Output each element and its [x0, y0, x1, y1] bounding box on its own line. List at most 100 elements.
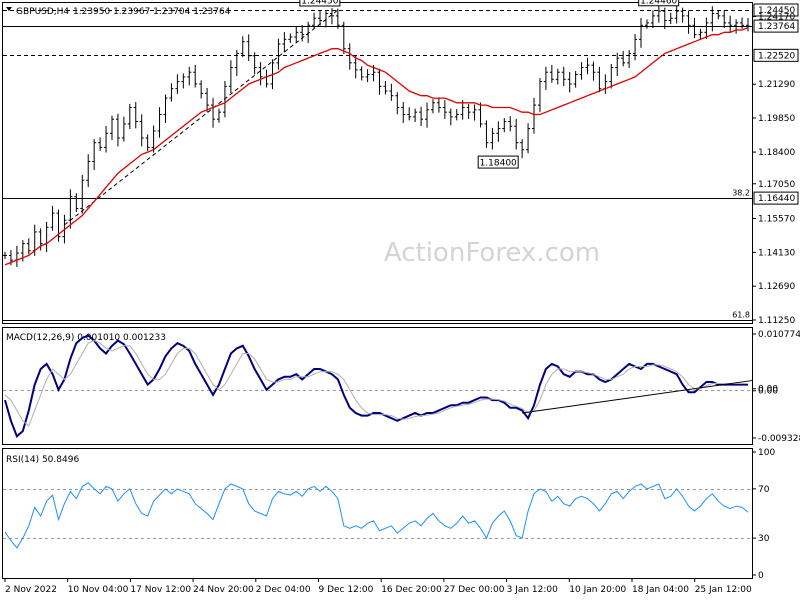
candle — [680, 7, 685, 23]
candle — [609, 64, 614, 89]
candle — [175, 74, 180, 94]
candle — [644, 19, 649, 29]
candle — [436, 97, 441, 113]
ohlc-readout: 1.23950 1.23967 1.23704 1.23764 — [73, 7, 231, 17]
macd-line — [4, 334, 748, 438]
candle — [211, 97, 216, 128]
candle — [668, 12, 673, 25]
candle — [585, 57, 590, 75]
candle — [692, 17, 697, 39]
candle — [496, 121, 501, 142]
candle — [109, 115, 114, 141]
y-tick-label: 1.14130 — [758, 248, 795, 258]
candle — [478, 102, 483, 128]
candle — [430, 99, 435, 114]
candle — [68, 189, 73, 229]
candle — [419, 106, 424, 127]
x-tick-label: 25 Jan 12:00 — [695, 585, 752, 595]
candle — [26, 238, 31, 255]
candle — [50, 205, 55, 231]
candle — [276, 38, 281, 70]
candle — [246, 34, 251, 61]
candle — [442, 100, 447, 119]
trendline — [64, 9, 339, 226]
candle — [365, 69, 370, 83]
candle — [228, 60, 233, 94]
candle — [56, 209, 61, 242]
candle — [282, 32, 287, 53]
macd-trendline — [522, 380, 753, 414]
watermark: ActionForex.com — [384, 238, 600, 268]
candle — [169, 83, 174, 102]
callout-label: 1.24450 — [301, 0, 338, 6]
y-tick-label: 1.18400 — [758, 148, 795, 158]
y-tick-label: 1.15570 — [758, 215, 795, 225]
candle — [597, 66, 602, 93]
candle — [98, 137, 103, 151]
candle — [656, 3, 661, 23]
rsi-y-tick-label: 100 — [758, 448, 775, 458]
y-tick-label: 1.17050 — [758, 180, 795, 190]
candle — [591, 61, 596, 81]
candle — [104, 126, 109, 153]
y-tick-label: 1.21290 — [758, 80, 795, 90]
moving-average-line — [4, 26, 749, 266]
axes: 1.244501.241701.237641.225201.212901.198… — [4, 3, 800, 595]
macd-title: MACD(12,26,9) 0.001010 0.001233 — [6, 333, 166, 343]
candle — [86, 154, 91, 188]
candle — [520, 139, 525, 159]
candle — [205, 87, 210, 112]
y-tick-label: 1.11250 — [758, 316, 795, 326]
candle — [383, 80, 388, 95]
candle — [115, 113, 120, 147]
candle — [466, 103, 471, 119]
rsi-y-tick-label: 0 — [758, 571, 764, 581]
candle — [323, 9, 328, 28]
macd-y-tick-label: 0.00 — [758, 387, 778, 397]
y-tick-label: 1.16440 — [758, 194, 795, 204]
candle — [199, 80, 204, 99]
candle — [395, 92, 400, 115]
candle — [603, 74, 608, 94]
callout-label: 1.18400 — [480, 159, 517, 169]
candle — [127, 103, 132, 130]
candle — [145, 134, 150, 151]
candle — [502, 118, 507, 133]
candle — [121, 116, 126, 142]
x-tick-label: 10 Jan 20:00 — [569, 585, 626, 595]
candle — [425, 102, 430, 128]
macd-plot — [3, 334, 753, 438]
candle — [549, 64, 554, 83]
candle — [407, 107, 412, 121]
candle — [633, 33, 638, 61]
macd-y-tick-label: -0.009328 — [758, 434, 800, 444]
candle — [264, 69, 269, 88]
candle — [294, 26, 299, 43]
x-tick-label: 24 Nov 20:00 — [193, 585, 254, 595]
candle — [537, 78, 542, 112]
candle — [740, 17, 745, 29]
candle — [514, 118, 519, 150]
candle — [579, 62, 584, 80]
candle — [573, 71, 578, 88]
price-callout: 1.18400 — [477, 155, 519, 169]
candle — [216, 108, 221, 123]
candle — [621, 50, 626, 67]
price-callout: 1.24450 — [299, 0, 341, 7]
candle — [674, 3, 679, 24]
candle — [133, 102, 138, 129]
candle — [662, 7, 667, 30]
candle — [74, 193, 79, 212]
rsi-y-tick-label: 70 — [758, 485, 770, 495]
candle — [627, 49, 632, 69]
price-plot: 38.2 61.8 1.24450 1.24460 1.18400 — [3, 0, 752, 321]
candle — [193, 64, 198, 88]
y-tick-label: 1.22520 — [758, 51, 795, 61]
candle — [413, 108, 418, 123]
candle — [234, 49, 239, 76]
candle — [615, 52, 620, 76]
candle — [716, 9, 721, 20]
candle — [639, 17, 644, 48]
callout-label: 1.24460 — [640, 0, 677, 6]
candle — [722, 10, 727, 29]
